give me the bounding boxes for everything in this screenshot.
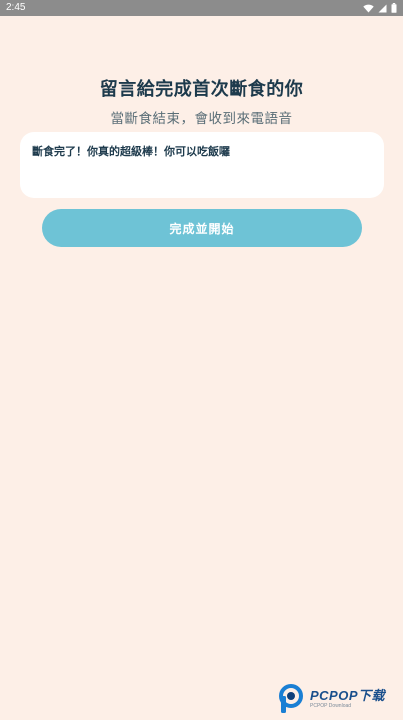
watermark-brand: PCPOP下载 bbox=[310, 688, 386, 703]
page-subtitle: 當斷食結束，會收到來電語音 bbox=[110, 111, 293, 127]
pcpop-logo-icon bbox=[279, 684, 303, 713]
battery-icon bbox=[391, 3, 397, 13]
message-input[interactable]: 斷食完了！你真的超級棒！你可以吃飯囉 bbox=[20, 132, 384, 198]
status-time: 2:45 bbox=[6, 2, 26, 13]
signal-icon bbox=[378, 4, 387, 12]
status-bar: 2:45 bbox=[0, 0, 403, 16]
wifi-icon bbox=[363, 4, 374, 12]
finish-and-start-button[interactable]: 完成並開始 bbox=[42, 209, 362, 247]
page-title: 留言給完成首次斷食的你 bbox=[99, 79, 304, 100]
watermark-text-group: PCPOP下载 PCPOP Download bbox=[310, 688, 386, 710]
watermark-sub: PCPOP Download bbox=[310, 703, 352, 709]
watermark: PCPOP下载 PCPOP Download bbox=[278, 683, 385, 715]
status-icons bbox=[363, 0, 397, 16]
